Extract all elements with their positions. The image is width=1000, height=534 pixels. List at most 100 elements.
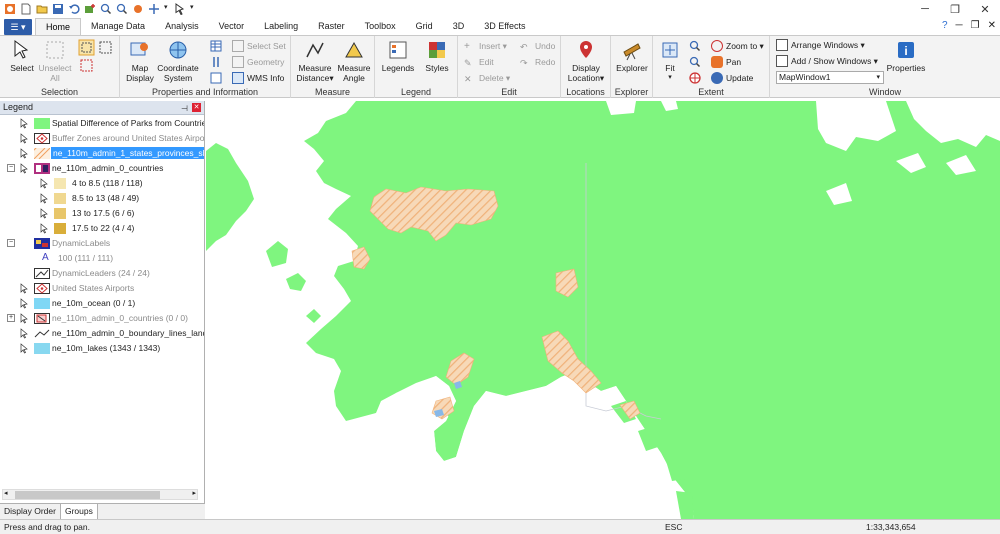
- select-cursor-icon: [20, 147, 28, 158]
- expand-icon[interactable]: +: [7, 314, 15, 322]
- fit-button[interactable]: Fit ▾: [659, 39, 681, 83]
- legends-button[interactable]: Legends: [381, 39, 415, 73]
- help-icon[interactable]: ?: [942, 20, 948, 31]
- dropdown-chevron-icon[interactable]: ▾: [164, 3, 170, 15]
- sort-icon[interactable]: [210, 56, 222, 68]
- insert-button[interactable]: + Insert ▾: [464, 39, 507, 53]
- full-extent-icon[interactable]: [689, 72, 701, 84]
- layer-parks-difference[interactable]: Spatial Difference of Parks from Countri…: [0, 116, 204, 130]
- layer-states-provinces[interactable]: ne_110m_admin_1_states_provinces_shp: [0, 146, 204, 160]
- new-file-icon[interactable]: [20, 3, 32, 15]
- undo-icon[interactable]: [68, 3, 80, 15]
- tab-grid[interactable]: Grid: [406, 18, 443, 35]
- measure-distance-button[interactable]: Measure Distance▾: [295, 39, 335, 83]
- edit-button[interactable]: ✎ Edit: [464, 55, 494, 69]
- select-by-circle-icon[interactable]: [78, 57, 95, 74]
- close-panel-icon[interactable]: ✕: [192, 103, 201, 112]
- pan-button[interactable]: Pan: [711, 55, 741, 69]
- scrollbar-thumb[interactable]: [15, 491, 160, 499]
- layer-boundary-lines[interactable]: ne_110m_admin_0_boundary_lines_land (: [0, 326, 204, 340]
- line-symbol-icon: [34, 329, 50, 337]
- map-display-button[interactable]: Map Display: [124, 39, 156, 83]
- pan-icon[interactable]: [148, 3, 160, 15]
- tab-home[interactable]: Home: [35, 18, 82, 35]
- info-table-icon[interactable]: [210, 72, 222, 84]
- attribute-table-icon[interactable]: [210, 40, 222, 52]
- layer-dynamic-leaders[interactable]: DynamicLeaders (24 / 24): [0, 266, 204, 280]
- layer-countries[interactable]: − ne_110m_admin_0_countries: [0, 161, 204, 175]
- zoom-in-extent-icon[interactable]: [689, 40, 701, 52]
- zoom-out-icon[interactable]: [116, 3, 128, 15]
- tab-groups[interactable]: Groups: [60, 504, 98, 519]
- zoom-to-label: Zoom to ▾: [726, 41, 764, 51]
- map-canvas[interactable]: [206, 101, 1000, 519]
- legend-tree: Spatial Difference of Parks from Countri…: [0, 115, 204, 490]
- tab-toolbox[interactable]: Toolbox: [355, 18, 406, 35]
- zoom-to-button[interactable]: Zoom to ▾: [711, 39, 764, 53]
- tab-display-order[interactable]: Display Order: [0, 504, 61, 519]
- redo-button[interactable]: ↷ Redo: [520, 55, 555, 69]
- select-by-polygon-icon[interactable]: [97, 39, 114, 56]
- collapse-icon[interactable]: −: [7, 164, 15, 172]
- tab-analysis[interactable]: Analysis: [155, 18, 209, 35]
- wms-info-button[interactable]: WMS Info: [232, 71, 284, 85]
- identify-icon[interactable]: [132, 3, 144, 15]
- save-icon[interactable]: [52, 3, 64, 15]
- select-by-rectangle-icon[interactable]: [78, 39, 95, 56]
- measure-angle-button[interactable]: Measure Angle: [337, 39, 371, 83]
- customize-toolbar-icon[interactable]: ▾: [190, 3, 196, 15]
- select-cursor-icon: [20, 297, 28, 308]
- select-button[interactable]: Select: [6, 39, 38, 73]
- layer-buffer-zones[interactable]: Buffer Zones around United States Airpor…: [0, 131, 204, 145]
- coordinate-system-button[interactable]: Coordinate System: [156, 39, 200, 83]
- add-data-icon[interactable]: [84, 3, 96, 15]
- select-arrow-icon[interactable]: [174, 3, 186, 15]
- pin-icon[interactable]: ⊣: [181, 102, 188, 115]
- zoom-out-extent-icon[interactable]: [689, 56, 701, 68]
- tab-3d-effects[interactable]: 3D Effects: [474, 18, 535, 35]
- tab-manage-data[interactable]: Manage Data: [81, 18, 155, 35]
- class-item-3[interactable]: 13 to 17.5 (6 / 6): [0, 206, 204, 220]
- leaders-layer-icon: [34, 267, 50, 279]
- close-document-icon[interactable]: ✕: [988, 20, 996, 31]
- select-cursor-icon: [40, 222, 48, 233]
- tab-raster[interactable]: Raster: [308, 18, 355, 35]
- geometry-button[interactable]: Geometry: [232, 55, 284, 69]
- collapse-icon[interactable]: −: [7, 239, 15, 247]
- tab-labeling[interactable]: Labeling: [254, 18, 308, 35]
- tab-3d[interactable]: 3D: [443, 18, 475, 35]
- scroll-right-icon[interactable]: ▸: [192, 489, 196, 497]
- window-selector-dropdown[interactable]: MapWindow1 ▾: [776, 71, 884, 84]
- select-set-button[interactable]: Select Set: [232, 39, 286, 53]
- minimize-button[interactable]: ─: [910, 0, 940, 18]
- undo-button[interactable]: ↶ Undo: [520, 39, 555, 53]
- layer-lakes[interactable]: ne_10m_lakes (1343 / 1343): [0, 341, 204, 355]
- arrange-windows-button[interactable]: Arrange Windows ▾: [776, 38, 865, 52]
- layer-ocean[interactable]: ne_10m_ocean (0 / 1): [0, 296, 204, 310]
- horizontal-scrollbar[interactable]: ◂ ▸: [2, 489, 198, 500]
- minimize-ribbon-icon[interactable]: ─: [956, 20, 963, 31]
- restore-ribbon-icon[interactable]: ❐: [971, 20, 980, 31]
- zoom-in-icon[interactable]: [100, 3, 112, 15]
- styles-button[interactable]: Styles: [421, 39, 453, 73]
- layer-airports[interactable]: United States Airports: [0, 281, 204, 295]
- unselect-all-button[interactable]: Unselect All: [38, 39, 72, 83]
- tab-vector[interactable]: Vector: [209, 18, 255, 35]
- scroll-left-icon[interactable]: ◂: [4, 489, 8, 497]
- open-folder-icon[interactable]: [36, 3, 48, 15]
- properties-button[interactable]: i Properties: [884, 39, 928, 73]
- class-item-2[interactable]: 8.5 to 13 (48 / 49): [0, 191, 204, 205]
- explorer-button[interactable]: Explorer: [615, 39, 649, 73]
- add-show-windows-button[interactable]: Add / Show Windows ▾: [776, 54, 878, 68]
- delete-button[interactable]: ✕ Delete ▾: [464, 71, 510, 85]
- close-button[interactable]: ✕: [970, 0, 1000, 18]
- layer-dynamic-labels[interactable]: − DynamicLabels: [0, 236, 204, 250]
- update-button[interactable]: Update: [711, 71, 753, 85]
- label-class-item[interactable]: A 100 (111 / 111): [0, 251, 204, 265]
- restore-button[interactable]: ❐: [940, 0, 970, 18]
- class-item-1[interactable]: 4 to 8.5 (118 / 118): [0, 176, 204, 190]
- display-location-button[interactable]: Display Location▾: [565, 39, 607, 83]
- layer-countries-2[interactable]: + ne_110m_admin_0_countries (0 / 0): [0, 311, 204, 325]
- class-item-4[interactable]: 17.5 to 22 (4 / 4): [0, 221, 204, 235]
- file-menu-button[interactable]: ☰ ▾: [4, 19, 32, 35]
